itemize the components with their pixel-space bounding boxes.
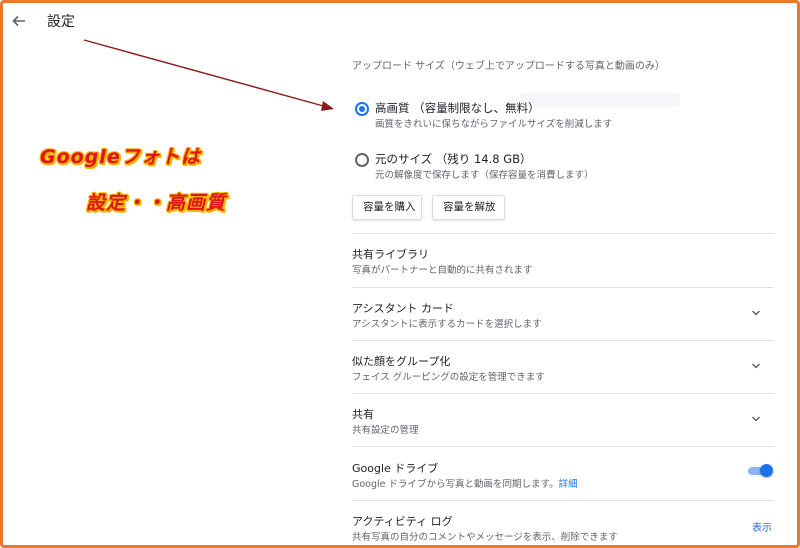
sharing-subtitle: 共有設定の管理 bbox=[352, 425, 419, 436]
free-up-space-button[interactable]: 容量を解放 bbox=[432, 195, 505, 220]
radio-original-size-title: 元のサイズ （残り 14.8 GB） bbox=[375, 152, 532, 166]
divider bbox=[352, 393, 774, 394]
activity-log-title: アクティビティ ログ bbox=[352, 515, 453, 528]
back-arrow-icon[interactable] bbox=[9, 11, 29, 31]
divider bbox=[352, 340, 774, 341]
buy-storage-button[interactable]: 容量を購入 bbox=[352, 195, 422, 220]
google-drive-title: Google ドライブ bbox=[352, 462, 439, 475]
divider bbox=[352, 233, 774, 234]
toggle-knob bbox=[760, 464, 773, 477]
radio-high-quality-title: 高画質 （容量制限なし、無料） bbox=[375, 101, 540, 115]
chevron-down-icon[interactable] bbox=[750, 410, 762, 422]
shared-library-title: 共有ライブラリ bbox=[352, 248, 429, 261]
radio-selected-icon[interactable] bbox=[355, 102, 369, 116]
chevron-down-icon[interactable] bbox=[750, 304, 762, 316]
shared-library-subtitle: 写真がパートナーと自動的に共有されます bbox=[352, 265, 533, 276]
google-drive-details-link[interactable]: 詳細 bbox=[559, 479, 578, 490]
annotation-text-line1: Googleフォトは bbox=[40, 146, 201, 168]
divider bbox=[352, 500, 774, 501]
face-grouping-title: 似た顔をグループ化 bbox=[352, 355, 451, 368]
assistant-cards-title: アシスタント カード bbox=[352, 302, 455, 315]
google-drive-toggle[interactable] bbox=[748, 464, 773, 477]
radio-unselected-icon[interactable] bbox=[355, 153, 369, 167]
divider bbox=[352, 287, 774, 288]
divider bbox=[352, 446, 774, 447]
activity-log-subtitle: 共有写真の自分のコメントやメッセージを表示、削除できます bbox=[352, 532, 618, 543]
face-grouping-subtitle: フェイス グルーピングの設定を管理できます bbox=[352, 372, 545, 383]
blurred-tooltip bbox=[520, 93, 680, 107]
google-drive-subtitle-text: Google ドライブから写真と動画を同期します。 bbox=[352, 479, 559, 490]
sharing-title: 共有 bbox=[352, 408, 374, 421]
assistant-cards-subtitle: アシスタントに表示するカードを選択します bbox=[352, 319, 542, 330]
radio-original-size-subtitle: 元の解像度で保存します（保存容量を消費します） bbox=[375, 170, 594, 181]
page-title: 設定 bbox=[47, 14, 75, 30]
annotation-text-line2: 設定・・高画質 bbox=[86, 192, 227, 214]
google-drive-subtitle: Google ドライブから写真と動画を同期します。詳細 bbox=[352, 476, 578, 490]
chevron-down-icon[interactable] bbox=[750, 357, 762, 369]
activity-log-show-link[interactable]: 表示 bbox=[752, 519, 772, 534]
upload-size-section-label: アップロード サイズ（ウェブ上でアップロードする写真と動画のみ） bbox=[352, 61, 665, 72]
radio-high-quality-subtitle: 画質をきれいに保ちながらファイルサイズを削減します bbox=[375, 119, 613, 130]
